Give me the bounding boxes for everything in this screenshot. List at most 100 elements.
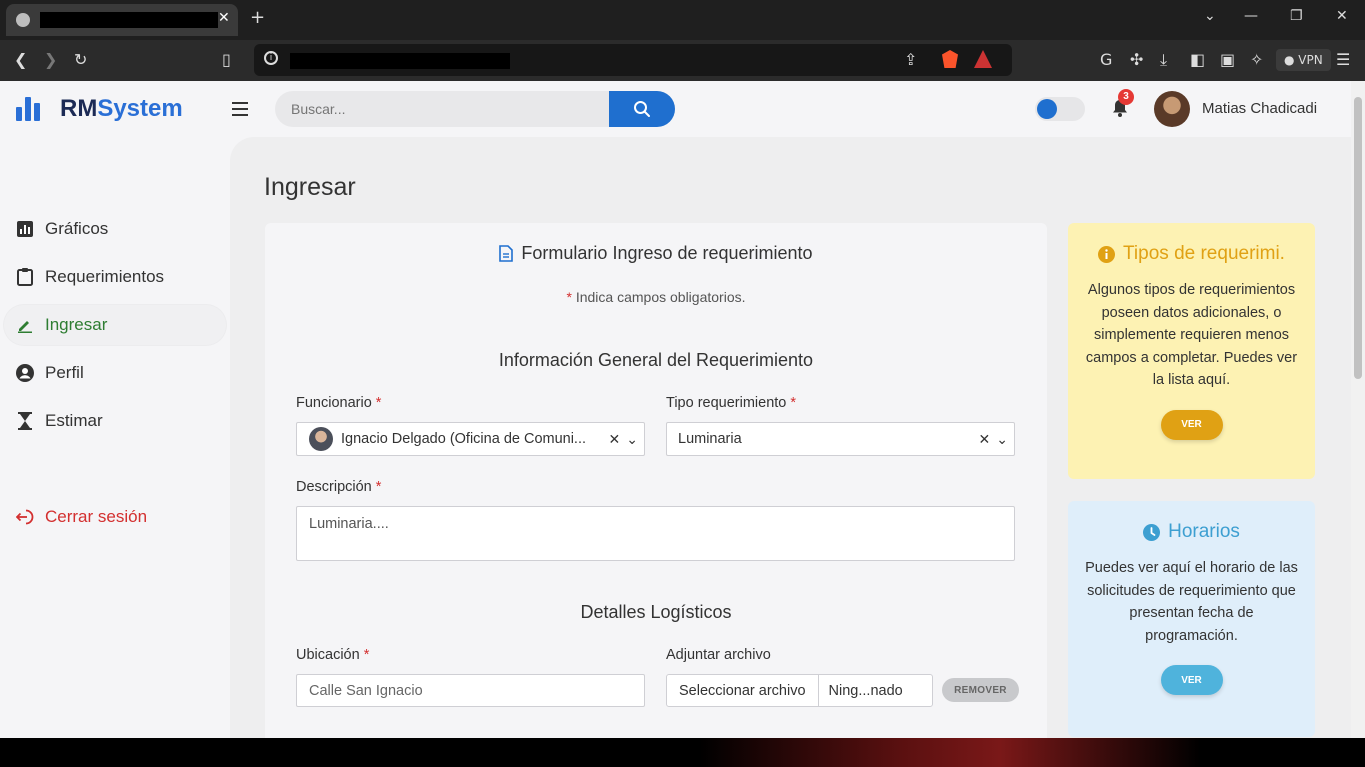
notification-badge: 3 <box>1118 89 1134 105</box>
leo-ai-icon[interactable]: ✧ <box>1250 50 1263 69</box>
ubicacion-label: Ubicación * <box>296 647 370 663</box>
clear-icon[interactable]: ✕ <box>979 431 991 448</box>
funcionario-label: Funcionario * <box>296 395 382 411</box>
browser-toolbar: ❮ ❯ ↻ ▯ i ⇪ G ✣ ⤓ ◧ ▣ ✧ ● VPN ☰ <box>0 40 1365 81</box>
hourglass-icon <box>16 412 34 430</box>
page-title: Ingresar <box>264 173 356 201</box>
translate-icon[interactable]: G <box>1100 50 1112 69</box>
remove-file-button[interactable]: REMOVER <box>942 678 1019 702</box>
vpn-button[interactable]: ● VPN <box>1276 49 1331 71</box>
app-root: RMSystem 3 Matias Chadicadi Gráficos Req… <box>0 81 1351 738</box>
horarios-ver-button[interactable]: VER <box>1160 665 1223 695</box>
brave-rewards-icon[interactable] <box>974 50 992 68</box>
sidebar-item-label: Requerimientos <box>45 267 165 286</box>
extensions-icon[interactable]: ✣ <box>1130 50 1143 69</box>
scrollbar-thumb[interactable] <box>1354 97 1362 379</box>
adjuntar-label: Adjuntar archivo <box>666 647 771 663</box>
clear-icon[interactable]: ✕ <box>609 431 621 448</box>
site-info-icon[interactable]: i <box>264 51 278 65</box>
logout-button[interactable]: Cerrar sesión <box>4 497 226 537</box>
file-name: Ning...nado <box>828 682 903 699</box>
funcionario-select[interactable]: Ignacio Delgado (Oficina de Comuni... ✕ ⌄ <box>296 422 645 456</box>
logout-icon <box>16 508 34 526</box>
back-icon[interactable]: ❮ <box>14 50 27 69</box>
tipo-value: Luminaria <box>678 431 742 447</box>
search-icon <box>634 101 650 117</box>
minimize-icon[interactable]: — <box>1244 8 1258 24</box>
descripcion-textarea[interactable]: Luminaria.... <box>296 506 1015 561</box>
info-icon <box>1098 245 1116 263</box>
page-scrollbar[interactable] <box>1351 81 1365 738</box>
form-title: Formulario Ingreso de requerimiento <box>265 243 1047 264</box>
forward-icon[interactable]: ❯ <box>44 50 57 69</box>
chevron-down-icon[interactable]: ⌄ <box>626 431 638 448</box>
wallet-icon[interactable]: ▣ <box>1220 50 1235 69</box>
logout-label: Cerrar sesión <box>45 507 148 526</box>
required-note: * Indica campos obligatorios. <box>566 289 746 305</box>
descripcion-label: Descripción * <box>296 479 382 495</box>
search-button[interactable] <box>609 91 675 127</box>
sidebar: Gráficos Requerimientos Ingresar Perfil … <box>0 137 232 738</box>
username[interactable]: Matias Chadicadi <box>1202 100 1317 117</box>
sidebar-toggle-icon[interactable]: ◧ <box>1190 50 1205 69</box>
avatar[interactable] <box>1154 91 1190 127</box>
tipos-info-card: Tipos de requerimi. Algunos tipos de req… <box>1068 223 1315 479</box>
chevron-down-icon[interactable]: ⌄ <box>996 431 1008 448</box>
globe-icon <box>16 13 30 27</box>
browser-tab[interactable]: ✕ <box>6 4 238 36</box>
hamburger-menu-icon[interactable] <box>232 102 248 116</box>
choose-file-button[interactable]: Seleccionar archivo <box>667 675 819 706</box>
vpn-label: VPN <box>1298 53 1323 67</box>
sidebar-item-label: Perfil <box>45 363 84 382</box>
reload-icon[interactable]: ↻ <box>74 50 87 69</box>
theme-toggle[interactable] <box>1035 97 1085 121</box>
sidebar-item-estimar[interactable]: Estimar <box>4 401 226 441</box>
tab-title-redacted <box>40 12 218 28</box>
maximize-icon[interactable]: ❐ <box>1290 8 1303 24</box>
sidebar-item-perfil[interactable]: Perfil <box>4 353 226 393</box>
sidebar-item-label: Gráficos <box>45 219 109 238</box>
address-bar[interactable]: i ⇪ <box>254 44 1012 76</box>
window-close-icon[interactable]: ✕ <box>1336 8 1348 24</box>
search-input[interactable] <box>275 91 609 127</box>
request-form: Formulario Ingreso de requerimiento * In… <box>265 223 1047 738</box>
tab-list-chevron-icon[interactable]: ⌄ <box>1204 8 1216 24</box>
ubicacion-input[interactable]: Calle San Ignacio <box>296 674 645 707</box>
clipboard-icon <box>16 268 34 286</box>
tipos-ver-button[interactable]: VER <box>1160 409 1223 440</box>
funcionario-value: Ignacio Delgado (Oficina de Comuni... <box>341 431 587 447</box>
logo-text: RMSystem <box>60 95 183 122</box>
logo-bars-icon <box>16 97 44 121</box>
sidebar-item-ingresar[interactable]: Ingresar <box>4 305 226 345</box>
horarios-info-card: Horarios Puedes ver aquí el horario de l… <box>1068 501 1315 737</box>
horarios-title-text: Horarios <box>1168 521 1240 542</box>
sidebar-item-requerimientos[interactable]: Requerimientos <box>4 257 226 297</box>
share-icon[interactable]: ⇪ <box>904 50 917 69</box>
form-title-text: Formulario Ingreso de requerimiento <box>521 243 813 263</box>
download-icon[interactable]: ⤓ <box>1160 50 1167 70</box>
brave-shield-icon[interactable] <box>942 50 958 68</box>
tipo-select[interactable]: Luminaria ✕ ⌄ <box>666 422 1015 456</box>
file-input[interactable]: Seleccionar archivo Ning...nado <box>666 674 933 707</box>
funcionario-avatar <box>309 427 333 451</box>
tipo-label: Tipo requerimiento * <box>666 395 797 411</box>
search-bar <box>275 91 675 127</box>
bookmark-icon[interactable]: ▯ <box>222 50 231 69</box>
sidebar-item-graficos[interactable]: Gráficos <box>4 209 226 249</box>
browser-tab-bar: ✕ + ⌄ — ❐ ✕ <box>0 0 1365 40</box>
pencil-icon <box>16 316 34 334</box>
logo[interactable]: RMSystem <box>16 95 183 123</box>
clock-icon <box>1143 523 1161 541</box>
tab-close-icon[interactable]: ✕ <box>218 10 230 26</box>
section-general-title: Información General del Requerimiento <box>498 350 814 370</box>
user-circle-icon <box>16 364 34 382</box>
menu-icon[interactable]: ☰ <box>1336 50 1350 69</box>
tipos-card-title: Tipos de requerimi. <box>1068 243 1315 265</box>
horarios-card-title: Horarios <box>1068 521 1315 543</box>
new-tab-button[interactable]: + <box>250 7 265 28</box>
sidebar-item-label: Ingresar <box>45 315 108 334</box>
url-redacted <box>290 53 510 69</box>
main-content: Ingresar Formulario Ingreso de requerimi… <box>230 137 1351 738</box>
document-icon <box>499 245 514 262</box>
toggle-knob <box>1037 99 1057 119</box>
